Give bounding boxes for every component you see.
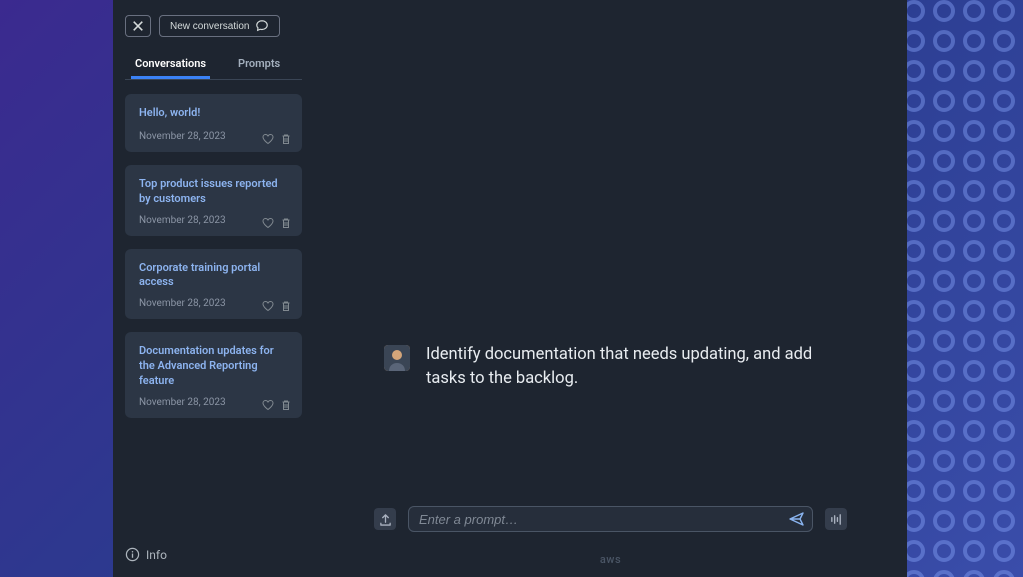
chat-icon	[255, 19, 269, 33]
heart-icon	[262, 300, 274, 312]
footer: aws	[314, 542, 907, 577]
sidebar-footer[interactable]: Info	[125, 535, 302, 562]
delete-button[interactable]	[280, 297, 292, 309]
conversation-actions	[262, 297, 292, 309]
delete-button[interactable]	[280, 396, 292, 408]
new-conversation-button[interactable]: New conversation	[159, 15, 280, 37]
info-icon	[125, 547, 140, 562]
conversation-actions	[262, 214, 292, 226]
trash-icon	[280, 217, 292, 229]
message-text: Identify documentation that needs updati…	[426, 343, 837, 391]
app-container: New conversation Conversations Prompts H…	[113, 0, 907, 577]
conversation-actions	[262, 396, 292, 408]
heart-icon	[262, 217, 274, 229]
heart-icon	[262, 133, 274, 145]
info-label: Info	[146, 548, 167, 562]
new-conversation-label: New conversation	[170, 21, 249, 32]
delete-button[interactable]	[280, 130, 292, 142]
heart-icon	[262, 399, 274, 411]
favorite-button[interactable]	[262, 297, 274, 309]
trash-icon	[280, 133, 292, 145]
sidebar: New conversation Conversations Prompts H…	[113, 0, 314, 577]
conversations-list: Hello, world! November 28, 2023 Top prod…	[125, 94, 302, 418]
prompt-input-wrapper	[408, 506, 813, 532]
conversation-card[interactable]: Top product issues reported by customers…	[125, 165, 302, 236]
favorite-button[interactable]	[262, 396, 274, 408]
sidebar-header: New conversation	[125, 15, 302, 37]
conversation-card[interactable]: Documentation updates for the Advanced R…	[125, 332, 302, 418]
trash-icon	[280, 399, 292, 411]
trash-icon	[280, 300, 292, 312]
conversation-title: Corporate training portal access	[139, 261, 290, 291]
conversation-title: Hello, world!	[139, 106, 290, 121]
delete-button[interactable]	[280, 214, 292, 226]
upload-button[interactable]	[374, 508, 396, 530]
user-message: Identify documentation that needs updati…	[384, 343, 837, 391]
tabs: Conversations Prompts	[125, 51, 302, 80]
prompt-input[interactable]	[419, 512, 788, 527]
close-icon	[132, 20, 144, 32]
conversation-actions	[262, 130, 292, 142]
tab-prompts[interactable]: Prompts	[234, 51, 284, 79]
conversation-title: Top product issues reported by customers	[139, 177, 290, 207]
aws-logo: aws	[600, 553, 621, 566]
input-area	[314, 494, 907, 542]
send-icon	[789, 511, 805, 527]
favorite-button[interactable]	[262, 214, 274, 226]
close-sidebar-button[interactable]	[125, 15, 151, 37]
favorite-button[interactable]	[262, 130, 274, 142]
main-area: Identify documentation that needs updati…	[314, 0, 907, 577]
avatar	[384, 345, 410, 371]
upload-icon	[379, 513, 392, 526]
send-button[interactable]	[788, 510, 806, 528]
conversation-card[interactable]: Hello, world! November 28, 2023	[125, 94, 302, 152]
conversation-title: Documentation updates for the Advanced R…	[139, 344, 290, 389]
conversation-card[interactable]: Corporate training portal access Novembe…	[125, 249, 302, 320]
chat-area: Identify documentation that needs updati…	[314, 0, 907, 494]
audio-button[interactable]	[825, 508, 847, 530]
audio-wave-icon	[830, 513, 843, 526]
tab-conversations[interactable]: Conversations	[131, 51, 210, 79]
